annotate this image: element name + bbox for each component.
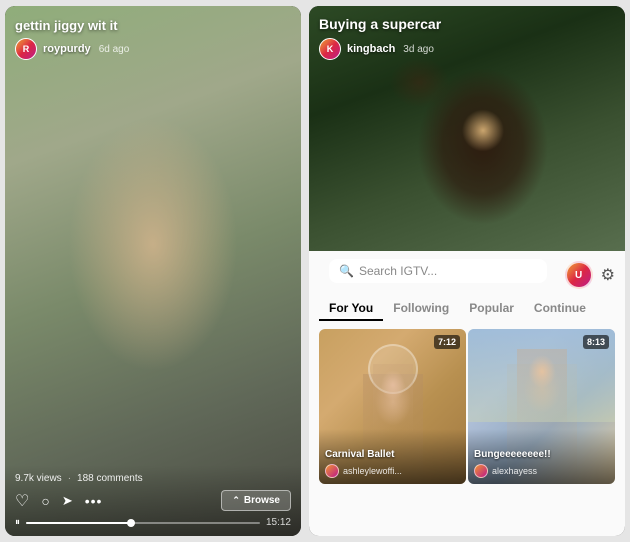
igtv-profile-avatar[interactable]: U (565, 261, 593, 289)
left-header: gettin jiggy wit it R roypurdy 6d ago (5, 6, 301, 66)
actions-row: ♡ ○ ➤ ••• ⌃ Browse (15, 490, 291, 511)
card-1-title: Carnival Ballet (325, 449, 460, 460)
tab-popular[interactable]: Popular (459, 297, 524, 321)
share-button[interactable]: ➤ (62, 493, 73, 509)
right-video-title: Buying a supercar (319, 16, 615, 32)
main-container: gettin jiggy wit it R roypurdy 6d ago 9.… (5, 6, 625, 536)
left-bottom-controls: 9.7k views · 188 comments ♡ ○ ➤ ••• ⌃ Br… (5, 465, 301, 536)
card-1-username: ashleylewoffi... (343, 466, 402, 476)
left-action-buttons: ♡ ○ ➤ ••• (15, 491, 102, 511)
igtv-video-grid: 7:12 Carnival Ballet ashleylewoffi... (309, 329, 625, 484)
tab-following[interactable]: Following (383, 297, 459, 321)
progress-handle[interactable] (127, 519, 135, 527)
card-2-duration: 8:13 (583, 335, 609, 349)
right-user-row: K kingbach 3d ago (319, 38, 615, 60)
left-user-row: R roypurdy 6d ago (15, 38, 291, 60)
card-2-info: Bungeeeeeeee!! alexhayess (468, 429, 615, 484)
stat-separator: · (68, 473, 71, 484)
chevron-up-icon: ⌃ (232, 495, 240, 506)
igtv-card-2[interactable]: 8:13 Bungeeeeeeee!! alexhayess (468, 329, 615, 484)
igtv-overlay-top: Buying a supercar K kingbach 3d ago (309, 6, 625, 66)
card-2-title: Bungeeeeeeee!! (474, 449, 609, 460)
left-time-ago: 6d ago (99, 44, 130, 55)
igtv-card-1[interactable]: 7:12 Carnival Ballet ashleylewoffi... (319, 329, 466, 484)
left-video-panel: gettin jiggy wit it R roypurdy 6d ago 9.… (5, 6, 301, 536)
right-time-ago: 3d ago (403, 44, 434, 55)
igtv-bottom-area: 🔍 Search IGTV... U ⚙ For You Following P… (309, 251, 625, 536)
settings-icon[interactable]: ⚙ (601, 265, 615, 285)
left-avatar[interactable]: R (15, 38, 37, 60)
progress-container: ⏸ 15:12 (15, 517, 291, 528)
card-2-user-row: alexhayess (474, 464, 609, 478)
tab-for-you[interactable]: For You (319, 297, 383, 321)
left-video-background (5, 6, 301, 536)
browse-label: Browse (244, 495, 280, 506)
video-duration: 15:12 (266, 517, 291, 528)
pause-button[interactable]: ⏸ (15, 517, 20, 528)
card-2-username: alexhayess (492, 466, 537, 476)
like-button[interactable]: ♡ (15, 491, 29, 511)
card-1-avatar (325, 464, 339, 478)
igtv-search-bar[interactable]: 🔍 Search IGTV... (329, 259, 547, 283)
igtv-interface: Buying a supercar K kingbach 3d ago 🔍 Se… (309, 6, 625, 536)
card-1-info: Carnival Ballet ashleylewoffi... (319, 429, 466, 484)
progress-bar[interactable] (26, 522, 260, 524)
more-button[interactable]: ••• (85, 493, 103, 509)
right-username[interactable]: kingbach (347, 43, 395, 55)
right-avatar[interactable]: K (319, 38, 341, 60)
left-username[interactable]: roypurdy (43, 43, 91, 55)
search-icon: 🔍 (339, 264, 354, 278)
igtv-tabs: For You Following Popular Continue (309, 297, 625, 321)
card-1-duration: 7:12 (434, 335, 460, 349)
card-2-avatar (474, 464, 488, 478)
tab-continue[interactable]: Continue (524, 297, 596, 321)
comment-button[interactable]: ○ (41, 493, 49, 509)
left-video-title: gettin jiggy wit it (15, 18, 291, 33)
stats-row: 9.7k views · 188 comments (15, 473, 291, 484)
comments-stat: 188 comments (77, 473, 143, 484)
search-placeholder: Search IGTV... (359, 264, 437, 278)
right-video-panel: Buying a supercar K kingbach 3d ago 🔍 Se… (309, 6, 625, 536)
card-1-user-row: ashleylewoffi... (325, 464, 460, 478)
browse-button[interactable]: ⌃ Browse (221, 490, 291, 511)
views-stat: 9.7k views (15, 473, 62, 484)
progress-fill (26, 522, 131, 524)
